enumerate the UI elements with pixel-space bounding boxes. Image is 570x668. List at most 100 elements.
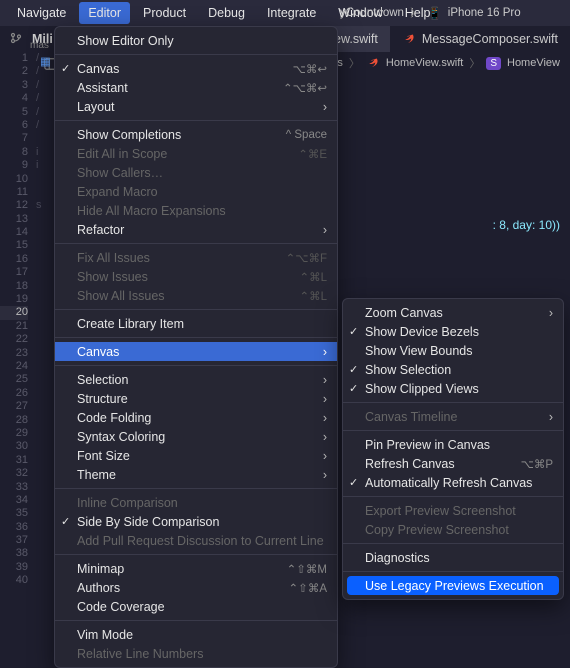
menu-item-theme[interactable]: Theme› xyxy=(55,465,337,484)
menu-item-label: Show Editor Only xyxy=(77,34,174,48)
jump-bar[interactable]: iews 〉 HomeView.swift 〉 S HomeView xyxy=(311,52,570,74)
menu-item-code-folding[interactable]: Code Folding › xyxy=(55,408,337,427)
menu-item-syntax-coloring[interactable]: Syntax Coloring› xyxy=(55,427,337,446)
menu-separator xyxy=(55,488,337,489)
menu-item-export-preview-screenshot: Export Preview Screenshot xyxy=(343,501,563,520)
menu-item-pin-preview-in-canvas[interactable]: Pin Preview in Canvas xyxy=(343,435,563,454)
menu-item-selection[interactable]: Selection › xyxy=(55,370,337,389)
menu-item-label: Show View Bounds xyxy=(365,344,472,358)
menu-item-label: Expand Macro xyxy=(77,185,158,199)
menu-item-refactor[interactable]: Refactor› xyxy=(55,220,337,239)
menu-item-label: Show All Issues xyxy=(77,289,165,303)
menu-item-label: Fix All Issues xyxy=(77,251,150,265)
menu-item-label: Structure xyxy=(77,392,128,406)
menu-item-label: Layout xyxy=(77,100,115,114)
menu-item-show-issues: Show Issues⌃⌘L xyxy=(55,267,337,286)
chevron-right-icon: › xyxy=(323,373,327,387)
menu-shortcut: ⌃⌘E xyxy=(298,147,327,161)
menu-separator xyxy=(55,554,337,555)
menu-item-zoom-canvas[interactable]: Zoom Canvas› xyxy=(343,303,563,322)
menu-item-label: Relative Line Numbers xyxy=(77,647,203,661)
menu-item-show-completions[interactable]: Show Completions^ Space xyxy=(55,125,337,144)
check-icon: ✓ xyxy=(349,476,358,489)
menubar-item-integrate[interactable]: Integrate xyxy=(258,2,325,24)
menu-item-label: Syntax Coloring xyxy=(77,430,165,444)
check-icon: ✓ xyxy=(61,515,70,528)
menu-item-canvas[interactable]: ✓Canvas⌥⌘↩ xyxy=(55,59,337,78)
menu-item-label: Authors xyxy=(77,581,120,595)
menu-shortcut: ⌃⇧⌘M xyxy=(287,562,327,576)
menu-item-layout[interactable]: Layout› xyxy=(55,97,337,116)
menu-item-label: Selection xyxy=(77,373,128,387)
jump-bar-symbol[interactable]: HomeView xyxy=(507,57,560,69)
chevron-right-icon: › xyxy=(323,468,327,482)
menu-item-label: Copy Preview Screenshot xyxy=(365,523,509,537)
menu-item-label: Show Selection xyxy=(365,363,451,377)
menubar-item-debug[interactable]: Debug xyxy=(199,2,254,24)
menu-separator xyxy=(55,120,337,121)
menu-item-label: Font Size xyxy=(77,449,130,463)
menu-item-inline-comparison: Inline Comparison xyxy=(55,493,337,512)
menu-item-label: Show Callers… xyxy=(77,166,163,180)
menu-item-diagnostics[interactable]: Diagnostics xyxy=(343,548,563,567)
menu-shortcut: ⌃⌥⌘F xyxy=(286,251,327,265)
chevron-right-icon: › xyxy=(323,411,327,425)
canvas-submenu: Zoom Canvas›✓Show Device BezelsShow View… xyxy=(342,298,564,600)
menu-item-authors[interactable]: Authors⌃⇧⌘A xyxy=(55,578,337,597)
menu-item-label: Pin Preview in Canvas xyxy=(365,438,490,452)
menubar-item-product[interactable]: Product xyxy=(134,2,195,24)
chevron-right-icon: › xyxy=(323,392,327,406)
chevron-right-icon: › xyxy=(323,449,327,463)
menu-item-fix-all-issues: Fix All Issues ⌃⌥⌘F xyxy=(55,248,337,267)
menu-item-show-editor-only[interactable]: Show Editor Only xyxy=(55,31,337,50)
menu-item-vim-mode[interactable]: Vim Mode xyxy=(55,625,337,644)
code-hint-column: //////iis xyxy=(36,52,42,588)
menu-item-label: Canvas Timeline xyxy=(365,410,457,424)
menu-separator xyxy=(55,620,337,621)
menu-shortcut: ⌃⌥⌘↩ xyxy=(283,81,327,95)
jump-bar-file[interactable]: HomeView.swift xyxy=(386,57,463,69)
menu-item-label: Add Pull Request Discussion to Current L… xyxy=(77,534,324,548)
menu-item-show-view-bounds[interactable]: Show View Bounds xyxy=(343,341,563,360)
menu-item-label: Show Device Bezels xyxy=(365,325,479,339)
menu-item-copy-preview-screenshot: Copy Preview Screenshot xyxy=(343,520,563,539)
menu-item-structure[interactable]: Structure › xyxy=(55,389,337,408)
breadcrumb-frag-a[interactable]: yCountdown xyxy=(340,7,404,19)
menu-item-create-library-item[interactable]: Create Library Item xyxy=(55,314,337,333)
menu-item-label: Zoom Canvas xyxy=(365,306,443,320)
menu-item-assistant[interactable]: Assistant ⌃⌥⌘↩ xyxy=(55,78,337,97)
menu-shortcut: ⌥⌘P xyxy=(521,457,553,471)
menu-item-refresh-canvas[interactable]: Refresh Canvas ⌥⌘P xyxy=(343,454,563,473)
menu-item-code-coverage[interactable]: Code Coverage xyxy=(55,597,337,616)
breadcrumb-device[interactable]: iPhone 16 Pro xyxy=(448,7,521,19)
menu-item-minimap[interactable]: Minimap⌃⇧⌘M xyxy=(55,559,337,578)
menu-item-canvas[interactable]: Canvas› xyxy=(55,342,337,361)
menu-item-canvas-timeline: Canvas Timeline› xyxy=(343,407,563,426)
menu-separator xyxy=(55,243,337,244)
menu-separator xyxy=(343,543,563,544)
menu-separator xyxy=(343,496,563,497)
menubar-item-editor[interactable]: Editor xyxy=(79,2,130,24)
menu-item-label: Assistant xyxy=(77,81,128,95)
chevron-right-icon: › xyxy=(323,223,327,237)
menu-separator xyxy=(55,309,337,310)
menu-item-font-size[interactable]: Font Size › xyxy=(55,446,337,465)
menu-item-show-selection[interactable]: ✓Show Selection xyxy=(343,360,563,379)
check-icon: ✓ xyxy=(61,62,70,75)
struct-badge-icon: S xyxy=(486,57,501,70)
menu-item-show-device-bezels[interactable]: ✓Show Device Bezels xyxy=(343,322,563,341)
menu-item-label: Code Folding xyxy=(77,411,151,425)
menu-item-side-by-side-comparison[interactable]: ✓Side By Side Comparison xyxy=(55,512,337,531)
menu-item-label: Refresh Canvas xyxy=(365,457,455,471)
menu-item-edit-all-in-scope: Edit All in Scope ⌃⌘E xyxy=(55,144,337,163)
menu-shortcut: ^ Space xyxy=(286,129,327,141)
menu-item-use-legacy-previews-execution[interactable]: Use Legacy Previews Execution xyxy=(347,576,559,595)
menu-item-label: Edit All in Scope xyxy=(77,147,167,161)
menu-item-expand-macro: Expand Macro xyxy=(55,182,337,201)
menu-separator xyxy=(55,337,337,338)
menubar-item-navigate[interactable]: Navigate xyxy=(8,2,75,24)
menu-item-automatically-refresh-canvas[interactable]: ✓Automatically Refresh Canvas xyxy=(343,473,563,492)
menu-separator xyxy=(55,54,337,55)
menu-item-show-clipped-views[interactable]: ✓Show Clipped Views xyxy=(343,379,563,398)
editor-tab[interactable]: MessageComposer.swift xyxy=(390,26,570,52)
